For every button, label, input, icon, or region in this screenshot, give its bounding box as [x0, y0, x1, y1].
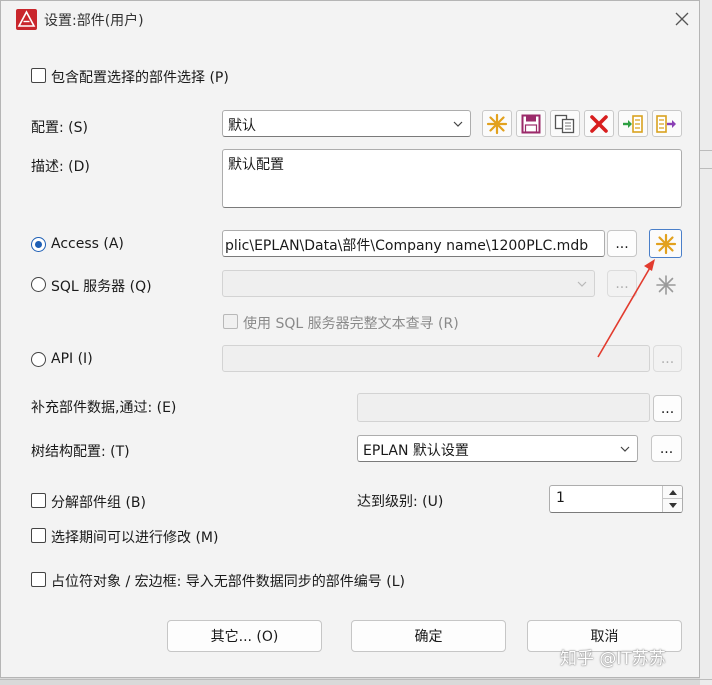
new-config-button[interactable] — [482, 110, 512, 137]
split-groups-label: 分解部件组 (B) — [51, 495, 146, 511]
supplement-label: 补充部件数据,通过: (E) — [31, 400, 177, 416]
config-value: 默认 — [228, 118, 256, 134]
level-spin-buttons — [662, 486, 682, 512]
access-path-value: plic\EPLAN\Data\部件\Company name\1200PLC.… — [225, 238, 589, 254]
chevron-down-icon — [620, 446, 630, 452]
other-button[interactable]: 其它... (O) — [167, 620, 322, 652]
chevron-down-icon — [453, 121, 463, 127]
save-icon — [521, 114, 541, 133]
access-radio[interactable] — [31, 237, 46, 252]
tree-config-select[interactable]: EPLAN 默认设置 — [357, 435, 638, 462]
placeholder-checkbox[interactable] — [31, 572, 46, 587]
split-groups-checkbox[interactable] — [31, 493, 46, 508]
access-path-input[interactable]: plic\EPLAN\Data\部件\Company name\1200PLC.… — [222, 230, 605, 257]
api-input[interactable] — [222, 345, 650, 372]
export-config-button[interactable] — [652, 110, 682, 137]
api-radio[interactable] — [31, 352, 46, 367]
access-label: Access (A) — [51, 236, 124, 252]
config-select[interactable]: 默认 — [222, 110, 471, 137]
supplement-input[interactable] — [357, 393, 650, 422]
modify-during-selection-label: 选择期间可以进行修改 (M) — [51, 530, 219, 546]
triangle-up-icon — [668, 490, 677, 495]
description-label: 描述: (D) — [31, 159, 90, 175]
sql-radio[interactable] — [31, 277, 46, 292]
sql-browse-button[interactable]: ... — [607, 270, 637, 297]
include-config-checkbox[interactable] — [31, 68, 46, 83]
tree-config-value: EPLAN 默认设置 — [363, 443, 469, 459]
asterisk-new-icon — [656, 274, 676, 295]
delete-x-icon — [590, 114, 608, 133]
chevron-down-icon — [577, 281, 587, 287]
background-window — [700, 0, 712, 685]
level-down-button[interactable] — [663, 499, 682, 512]
window-title: 设置:部件(用户) — [44, 13, 144, 29]
copy-icon — [554, 114, 575, 133]
sql-fulltext-label: 使用 SQL 服务器完整文本查寻 (R) — [243, 316, 459, 332]
placeholder-label: 占位符对象 / 宏边框: 导入无部件数据同步的部件编号 (L) — [51, 574, 405, 590]
settings-dialog: 设置:部件(用户) 包含配置选择的部件选择 (P) 配置: (S) 默认 描述:… — [0, 0, 700, 678]
tree-config-label: 树结构配置: (T) — [31, 444, 130, 460]
level-up-button[interactable] — [663, 486, 682, 499]
title-bar: 设置:部件(用户) — [1, 1, 699, 38]
copy-config-button[interactable] — [550, 110, 580, 137]
sql-label: SQL 服务器 (Q) — [51, 279, 152, 295]
sql-fulltext-checkbox[interactable] — [223, 314, 238, 329]
eplan-app-icon — [16, 9, 37, 30]
tree-config-browse-button[interactable]: ... — [651, 435, 682, 462]
access-new-database-button[interactable] — [649, 229, 682, 258]
config-label: 配置: (S) — [31, 120, 88, 136]
close-icon — [675, 12, 689, 26]
level-value: 1 — [556, 490, 565, 506]
level-stepper[interactable]: 1 — [549, 485, 683, 513]
include-config-label: 包含配置选择的部件选择 (P) — [51, 70, 229, 86]
watermark-text: 知乎 @IT苏苏 — [560, 649, 666, 669]
asterisk-new-icon — [655, 233, 676, 254]
delete-config-button[interactable] — [584, 110, 614, 137]
asterisk-new-icon — [486, 113, 508, 134]
api-label: API (I) — [51, 351, 93, 367]
save-config-button[interactable] — [516, 110, 546, 137]
api-browse-button[interactable]: ... — [653, 345, 682, 372]
description-textarea[interactable]: 默认配置 — [222, 149, 682, 208]
sql-new-database-button[interactable] — [651, 271, 681, 298]
level-label: 达到级别: (U) — [357, 494, 444, 510]
export-icon — [656, 114, 676, 133]
modify-during-selection-checkbox[interactable] — [31, 528, 46, 543]
close-button[interactable] — [669, 7, 695, 31]
access-browse-button[interactable]: ... — [607, 230, 637, 257]
import-icon — [623, 114, 643, 133]
description-value: 默认配置 — [228, 157, 284, 173]
import-config-button[interactable] — [618, 110, 648, 137]
ok-button[interactable]: 确定 — [351, 620, 506, 652]
supplement-browse-button[interactable]: ... — [653, 395, 682, 422]
sql-server-select[interactable] — [222, 270, 595, 297]
triangle-down-icon — [668, 502, 677, 508]
